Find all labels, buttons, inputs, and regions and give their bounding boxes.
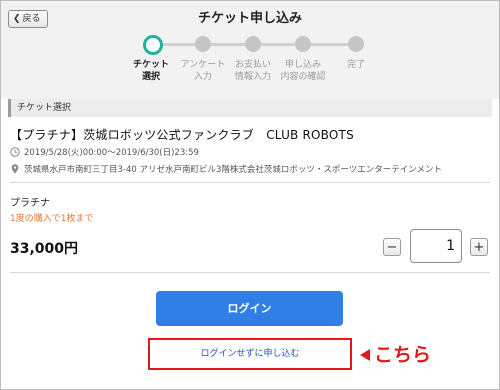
step-3-dot (245, 36, 261, 52)
section-header: チケット選択 (8, 99, 492, 117)
step-2-dot (195, 36, 211, 52)
quantity-decrease-button[interactable]: − (383, 238, 401, 256)
step-4-dot (295, 36, 311, 52)
event-venue: 茨城県水戸市南町三丁目3-40 アリゼ水戸南町ビル3階株式会社茨城ロボッツ・スポ… (10, 163, 442, 175)
event-period: 2019/5/28(火)00:00～2019/6/30(日)23:59 (10, 146, 199, 158)
page-title: チケット申し込み (197, 11, 302, 26)
header: ❮ 戻る チケット申し込み チケット 選択 アンケート 入力 お支払い 情報入力… (1, 1, 499, 99)
event-venue-text: 茨城県水戸市南町三丁目3-40 アリゼ水戸南町ビル3階株式会社茨城ロボッツ・スポ… (24, 165, 442, 175)
map-pin-icon (11, 164, 19, 174)
login-button[interactable]: ログイン (156, 291, 343, 326)
purchase-limit-note: 1度の購入で1枚まで (10, 214, 94, 224)
divider (10, 272, 490, 273)
pointer-arrow-icon (360, 349, 370, 361)
event-period-text: 2019/5/28(火)00:00～2019/6/30(日)23:59 (24, 148, 199, 158)
clock-icon (10, 147, 20, 157)
plan-price: 33,000円 (10, 241, 79, 257)
step-5-dot (348, 36, 364, 52)
plan-name: プラチナ (10, 198, 50, 209)
quantity-increase-button[interactable]: + (470, 238, 488, 256)
step-5-label: 完了 (346, 60, 365, 70)
step-1-dot (143, 35, 163, 55)
apply-without-login-button[interactable]: ログインせずに申し込む (148, 338, 352, 370)
quantity-input[interactable]: 1 (410, 229, 462, 263)
annotation-label: こちら (374, 344, 432, 366)
divider (10, 182, 490, 183)
event-title: 【プラチナ】茨城ロボッツ公式ファンクラブ CLUB ROBOTS (10, 128, 354, 142)
